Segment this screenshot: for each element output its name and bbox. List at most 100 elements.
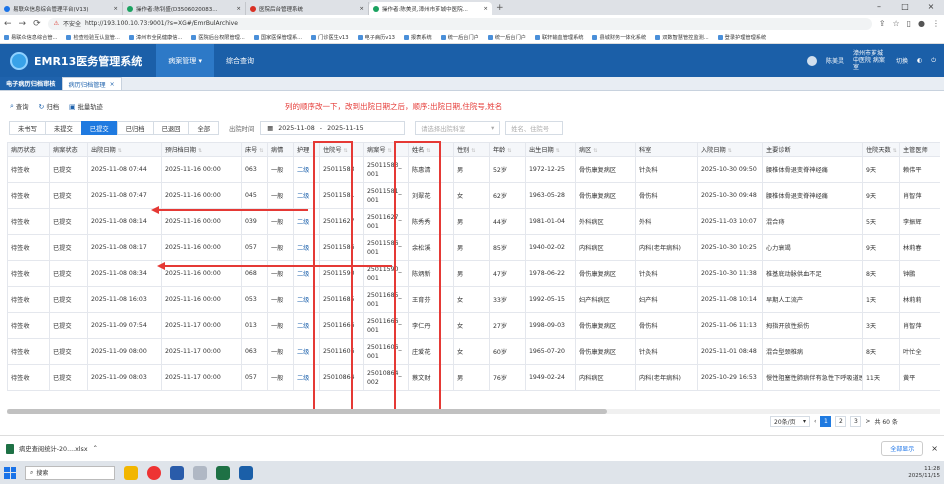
column-header[interactable]: 年龄 ⇅ bbox=[489, 142, 526, 157]
chrome-icon[interactable] bbox=[147, 465, 161, 480]
column-header[interactable]: 病区 ⇅ bbox=[575, 142, 636, 157]
sort-icon[interactable]: ⇅ bbox=[471, 148, 475, 154]
bookmark-item[interactable]: 电子病历v13 bbox=[357, 34, 395, 41]
bookmark-item[interactable]: 联轩输血管理系统 bbox=[534, 34, 583, 41]
file-explorer-icon[interactable] bbox=[124, 465, 138, 480]
status-tab-submitted[interactable]: 已提交 bbox=[80, 121, 118, 135]
status-tab-unsubmitted[interactable]: 未提交 bbox=[44, 121, 82, 135]
column-header[interactable]: 床号 ⇅ bbox=[241, 142, 268, 157]
security-warning-icon[interactable]: ⚠ bbox=[54, 20, 59, 27]
close-icon[interactable]: × bbox=[236, 6, 241, 12]
name-search-input[interactable]: 姓名、住院号 bbox=[505, 121, 564, 135]
column-header[interactable]: 住院天数 ⇅ bbox=[862, 142, 900, 157]
url-bar[interactable]: ⚠ 不安全 http://193.100.10.73:9001/?s=XG#/E… bbox=[47, 17, 872, 30]
close-window-icon[interactable]: × bbox=[918, 0, 944, 13]
column-header[interactable]: 病案状态 bbox=[49, 142, 88, 157]
browser-tab[interactable]: 易联众信息综合管理平台(V13) × bbox=[0, 2, 123, 15]
table-row[interactable]: 待签收 已提交 2025-11-09 07:54 2025-11-17 00:00 01… bbox=[7, 312, 940, 339]
column-header[interactable]: 主管医师 bbox=[899, 142, 940, 157]
status-tab-returned[interactable]: 已退回 bbox=[152, 121, 190, 135]
column-header[interactable]: 住院号 ⇅ bbox=[319, 142, 364, 157]
browser-tab[interactable]: 操作者:陈钊盛(D3506020083... × bbox=[123, 2, 246, 15]
sort-icon[interactable]: ⇅ bbox=[426, 148, 430, 154]
star-icon[interactable]: ☆ bbox=[892, 19, 899, 28]
bookmark-item[interactable]: 县城财务一体化系统 bbox=[592, 34, 646, 41]
switch-button[interactable]: 切换 bbox=[896, 56, 908, 65]
column-header[interactable]: 护理 bbox=[293, 142, 320, 157]
bookmark-item[interactable]: 易联众信息综合管... bbox=[4, 34, 57, 41]
table-row[interactable]: 待签收 已提交 2025-11-08 07:47 2025-11-16 00:00 04… bbox=[7, 182, 940, 209]
column-header[interactable]: 入院日期 ⇅ bbox=[697, 142, 763, 157]
column-header[interactable]: 性别 ⇅ bbox=[453, 142, 490, 157]
app-icon[interactable] bbox=[193, 465, 207, 480]
status-tab-all[interactable]: 全部 bbox=[188, 121, 220, 135]
sort-icon[interactable]: ⇅ bbox=[259, 148, 263, 154]
batch-trace-button[interactable]: ▣ 批量轨迹 bbox=[69, 102, 103, 112]
bookmark-item[interactable]: 医院后台权限管理... bbox=[191, 34, 245, 41]
prev-page-icon[interactable]: ‹ bbox=[814, 418, 816, 425]
table-row[interactable]: 待签收 已提交 2025-11-09 08:03 2025-11-17 00:00 05… bbox=[7, 364, 940, 391]
table-row[interactable]: 待签收 已提交 2025-11-08 16:03 2025-11-16 00:00 05… bbox=[7, 286, 940, 313]
maximize-icon[interactable]: □ bbox=[892, 0, 918, 13]
sort-icon[interactable]: ⇅ bbox=[118, 148, 122, 154]
column-header[interactable]: 病历状态 bbox=[7, 142, 50, 157]
app-icon[interactable] bbox=[239, 465, 253, 480]
sort-icon[interactable]: ⇅ bbox=[556, 148, 560, 154]
column-header[interactable]: 姓名 ⇅ bbox=[408, 142, 454, 157]
tab-archive-review[interactable]: 电子病历归档审核 bbox=[0, 77, 62, 90]
menu-record-management[interactable]: 病案管理 ▾ bbox=[156, 44, 214, 77]
user-name[interactable]: 陈美灵 bbox=[826, 56, 844, 65]
profile-icon[interactable]: ● bbox=[918, 19, 925, 28]
sort-icon[interactable]: ⇅ bbox=[198, 148, 202, 154]
menu-icon[interactable]: ⋮ bbox=[932, 19, 940, 28]
bookmark-item[interactable]: 登录护理管理系统 bbox=[717, 34, 766, 41]
department-select[interactable]: 请选择出院科室 ▾ bbox=[415, 121, 501, 135]
column-header[interactable]: 主要诊断 bbox=[762, 142, 863, 157]
reload-icon[interactable]: ⟳ bbox=[33, 19, 41, 29]
page-1[interactable]: 1 bbox=[820, 416, 832, 427]
show-all-downloads-button[interactable]: 全部显示 bbox=[881, 441, 924, 456]
sort-icon[interactable]: ⇅ bbox=[388, 148, 392, 154]
status-tab-archived[interactable]: 已归档 bbox=[116, 121, 154, 135]
minimize-icon[interactable]: – bbox=[866, 0, 892, 13]
split-icon[interactable]: ▯ bbox=[907, 19, 911, 28]
taskbar-search[interactable]: ⌕ 搜索 bbox=[25, 465, 115, 480]
bookmark-item[interactable]: 检查检验互认监管... bbox=[66, 34, 120, 41]
forward-icon[interactable]: → bbox=[19, 19, 27, 29]
table-row[interactable]: 待签收 已提交 2025-11-08 08:34 2025-11-16 00:00 06… bbox=[7, 260, 940, 287]
bookmark-item[interactable]: 门诊医生v13 bbox=[311, 34, 349, 41]
close-icon[interactable]: × bbox=[483, 6, 488, 12]
page-size-select[interactable]: 20条/页 ▾ bbox=[770, 416, 810, 427]
browser-tab[interactable]: 医院后台管理系统 × bbox=[246, 2, 369, 15]
windows-start-icon[interactable] bbox=[4, 466, 16, 479]
share-icon[interactable]: ⇪ bbox=[879, 19, 886, 28]
sort-icon[interactable]: ⇅ bbox=[344, 148, 348, 154]
chevron-up-icon[interactable]: ⌃ bbox=[93, 445, 98, 452]
sort-icon[interactable]: ⇅ bbox=[893, 148, 897, 154]
table-row[interactable]: 待签收 已提交 2025-11-09 08:00 2025-11-17 00:00 06… bbox=[7, 338, 940, 365]
close-download-bar-button[interactable]: × bbox=[931, 444, 938, 453]
download-item[interactable]: 病史查阅统计-20....xlsx ⌃ bbox=[6, 443, 98, 454]
new-tab-button[interactable]: + bbox=[496, 2, 504, 15]
table-row[interactable]: 待签收 已提交 2025-11-08 07:44 2025-11-16 00:00 06… bbox=[7, 156, 940, 183]
app-icon[interactable] bbox=[170, 465, 184, 480]
status-tab-unwritten[interactable]: 未书写 bbox=[9, 121, 46, 135]
scrollbar-thumb[interactable] bbox=[7, 409, 607, 414]
bookmark-item[interactable]: 统一后台门户 bbox=[440, 34, 479, 41]
sort-icon[interactable]: ⇅ bbox=[507, 148, 511, 154]
bookmark-item[interactable]: 国家医保管理系... bbox=[253, 34, 302, 41]
menu-comprehensive-query[interactable]: 综合查询 bbox=[214, 44, 266, 77]
sort-icon[interactable]: ⇅ bbox=[593, 148, 597, 154]
column-header[interactable]: 病情 bbox=[267, 142, 294, 157]
browser-tab-active[interactable]: 操作者:陈美灵,漳州市芗城中医院... × bbox=[369, 2, 492, 15]
table-row[interactable]: 待签收 已提交 2025-11-08 08:17 2025-11-16 00:00 05… bbox=[7, 234, 940, 261]
page-2[interactable]: 2 bbox=[835, 416, 847, 427]
bookmark-item[interactable]: 报表系统 bbox=[403, 34, 432, 41]
next-page-icon[interactable]: > bbox=[865, 418, 870, 425]
back-icon[interactable]: ← bbox=[4, 19, 12, 29]
column-header[interactable]: 科室 bbox=[635, 142, 698, 157]
column-header[interactable]: 出生日期 ⇅ bbox=[525, 142, 576, 157]
tab-archive-management[interactable]: 病历归档管理 × bbox=[61, 77, 122, 90]
column-header[interactable]: 病案号 ⇅ bbox=[363, 142, 409, 157]
close-icon[interactable]: × bbox=[359, 6, 364, 12]
